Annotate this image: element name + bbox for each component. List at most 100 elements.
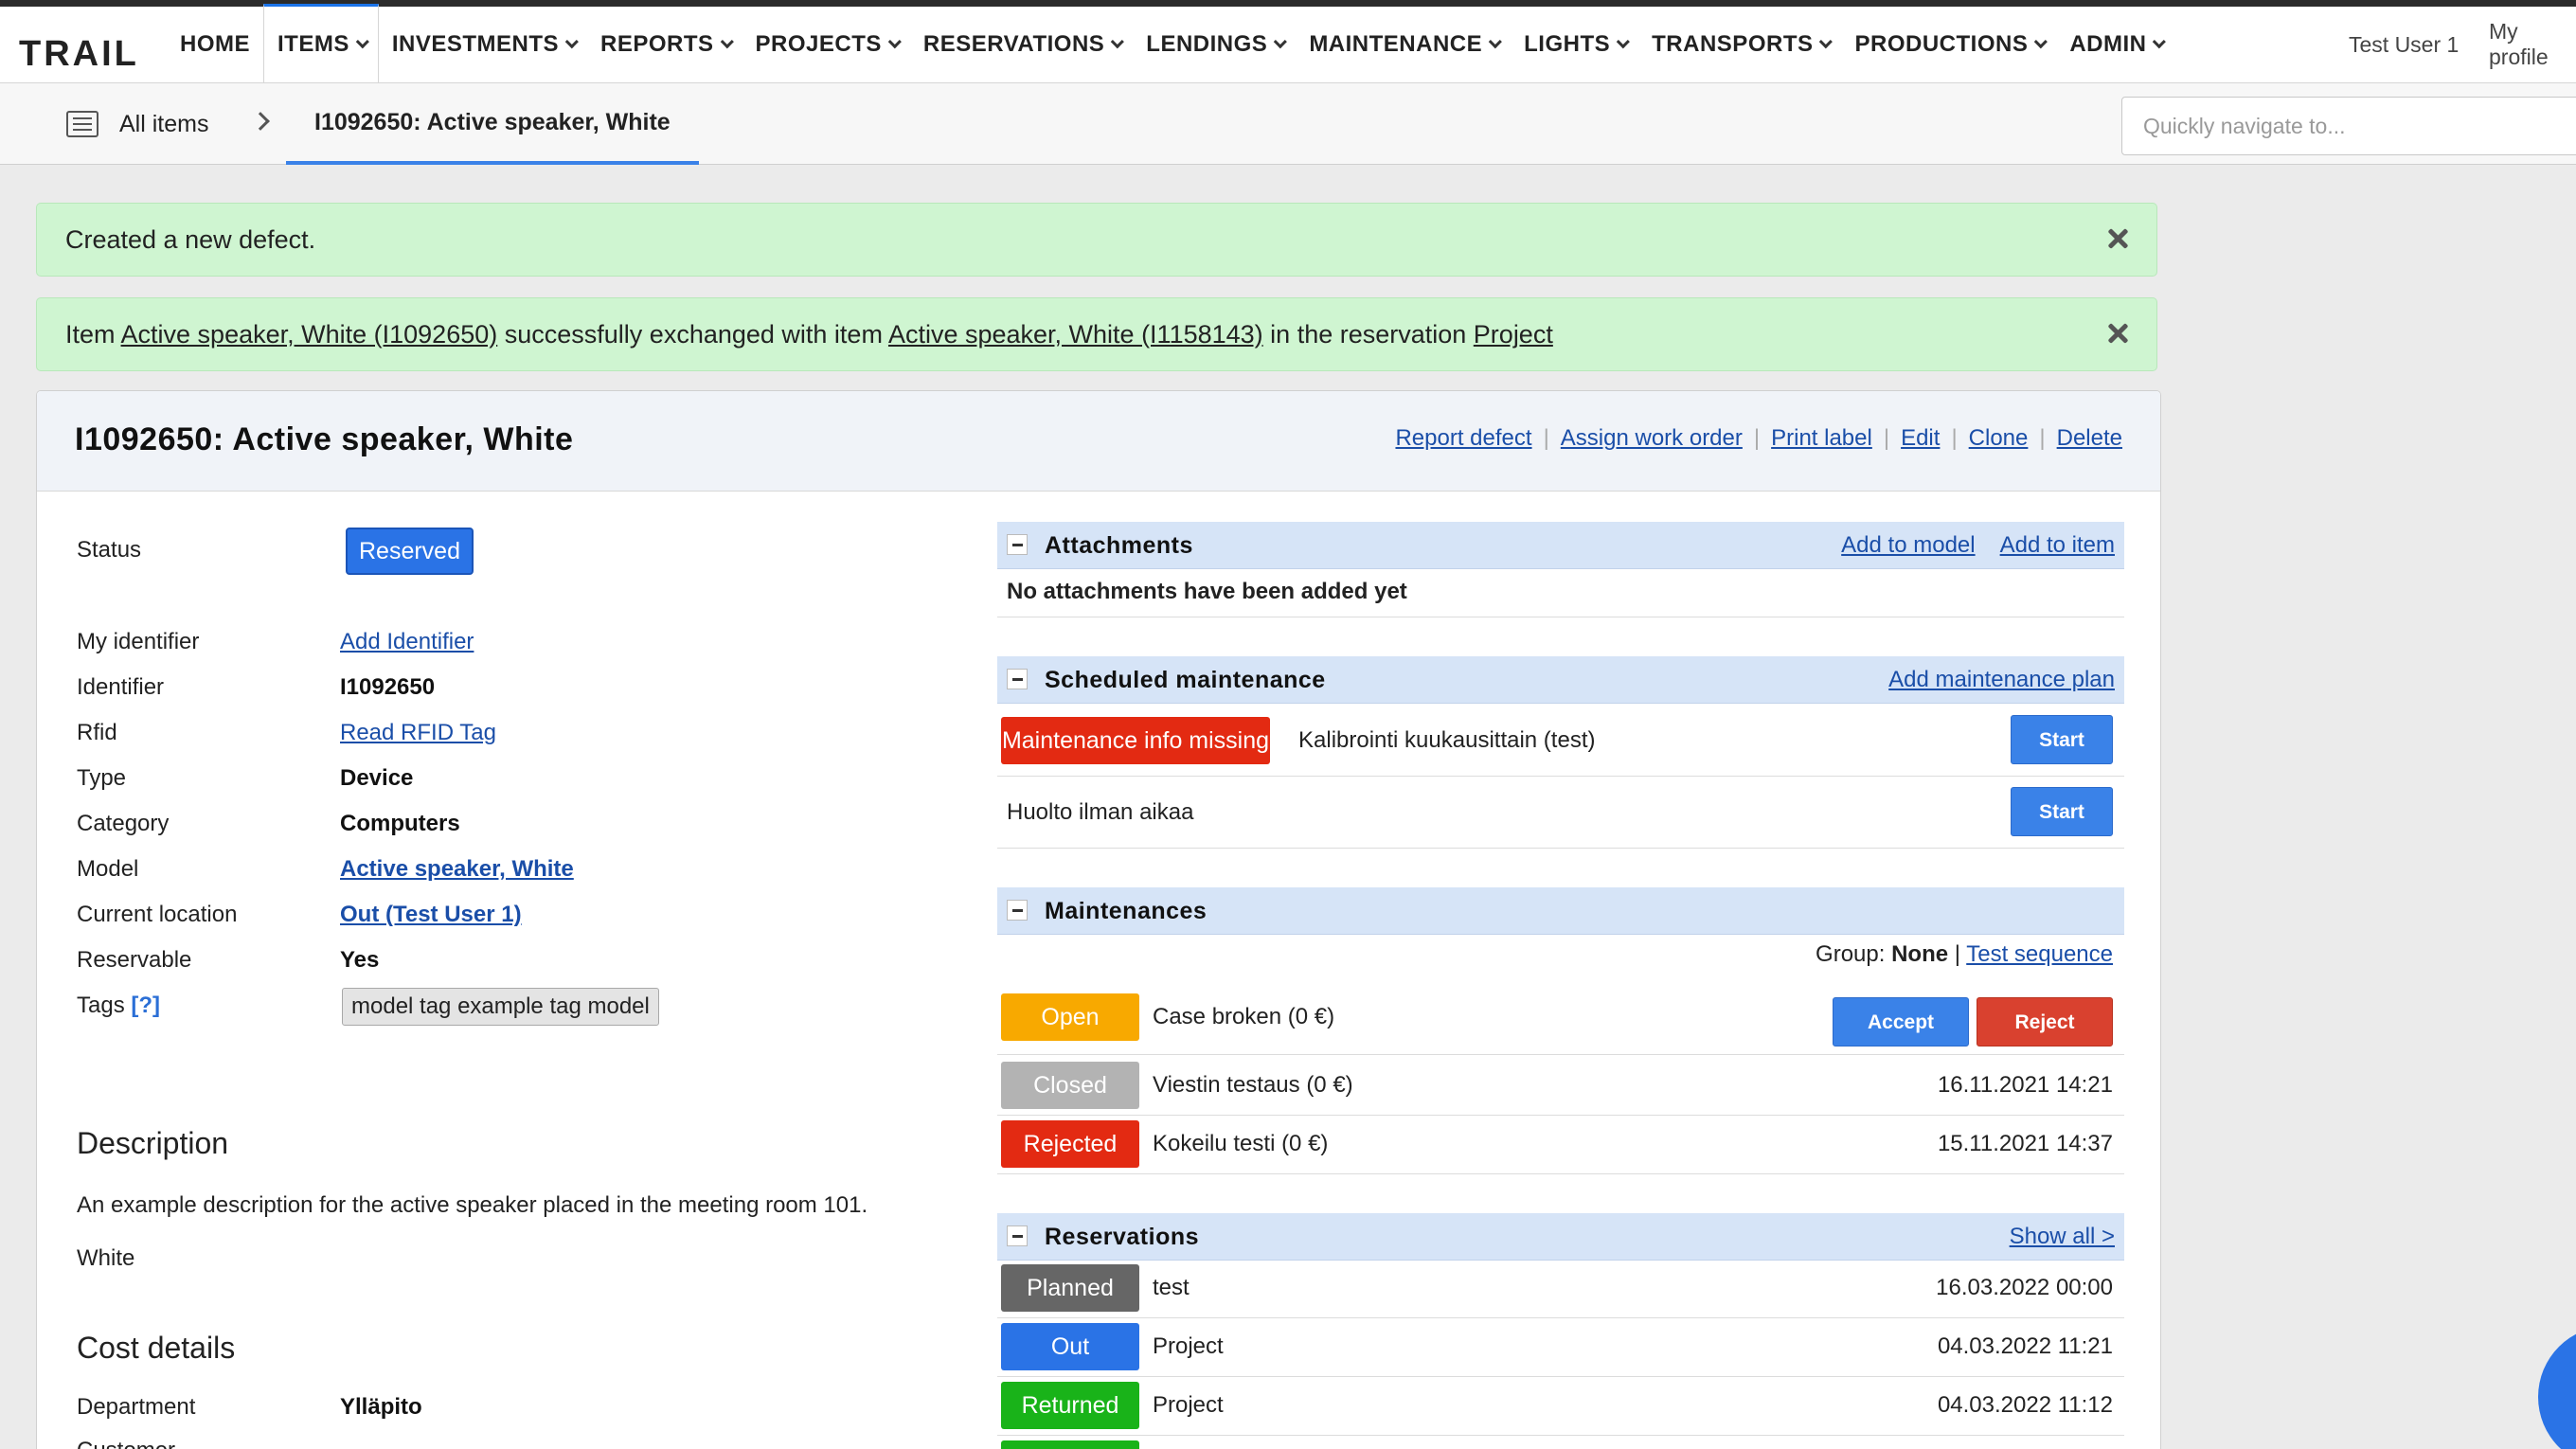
nav-label: ADMIN — [2069, 31, 2147, 57]
show-all-link[interactable]: Show all > — [2010, 1213, 2115, 1261]
divider — [997, 776, 2124, 777]
maintenance-row-name[interactable]: Kokeilu testi (0 €) — [1153, 1130, 1328, 1158]
status-returned-badge — [1001, 1440, 1139, 1449]
alert-defect-text: Created a new defect. — [65, 224, 316, 254]
add-maintenance-plan-link[interactable]: Add maintenance plan — [1888, 656, 2115, 704]
tag-chip[interactable]: model tag example tag model — [342, 988, 659, 1026]
accept-button[interactable]: Accept — [1833, 997, 1969, 1046]
reservation-row-name[interactable]: Project — [1153, 1333, 1224, 1361]
start-button[interactable]: Start — [2011, 787, 2113, 836]
description-heading: Description — [77, 1126, 229, 1160]
cost-details-heading: Cost details — [77, 1331, 236, 1365]
close-icon[interactable] — [2103, 224, 2132, 253]
start-button[interactable]: Start — [2011, 715, 2113, 764]
department-label: Department — [77, 1394, 196, 1420]
item-title: I1092650: Active speaker, White — [75, 421, 574, 457]
read-rfid-link[interactable]: Read RFID Tag — [340, 719, 496, 747]
collapse-icon[interactable] — [1007, 534, 1028, 555]
trail-logo[interactable]: TRAIL — [17, 27, 150, 75]
attachments-empty: No attachments have been added yet — [1007, 579, 1407, 604]
alert-exchanged-item-link[interactable]: Active speaker, White (I1158143) — [888, 320, 1263, 349]
reservation-row-name[interactable]: Project — [1153, 1391, 1224, 1420]
print-label-link[interactable]: Print label — [1771, 425, 1872, 452]
add-to-model-link[interactable]: Add to model — [1841, 522, 1975, 569]
chevron-down-icon — [2153, 35, 2167, 49]
nav-label: RESERVATIONS — [922, 31, 1105, 57]
reservable-label: Reservable — [77, 947, 192, 973]
alert-defect-created: Created a new defect. — [36, 203, 2157, 277]
scheduled-row-name: Kalibrointi kuukausittain (test) — [1298, 727, 1596, 753]
collapse-icon[interactable] — [1007, 669, 1028, 689]
nav-items[interactable]: ITEMS — [263, 4, 379, 82]
scheduled-maintenance-header: Scheduled maintenance Add maintenance pl… — [997, 656, 2124, 704]
maintenance-info-missing-badge: Maintenance info missing — [1001, 717, 1270, 764]
nav-productions[interactable]: PRODUCTIONS — [1841, 7, 2056, 82]
alert-item-exchanged: Item Active speaker, White (I1092650) su… — [36, 297, 2157, 371]
nav-transports[interactable]: TRANSPORTS — [1638, 7, 1841, 82]
tags-help-link[interactable]: [?] — [131, 993, 160, 1018]
add-to-item-link[interactable]: Add to item — [2000, 522, 2115, 569]
nav-label: PRODUCTIONS — [1854, 31, 2029, 57]
add-identifier-link[interactable]: Add Identifier — [340, 628, 474, 656]
nav-maintenance[interactable]: MAINTENANCE — [1296, 7, 1511, 82]
test-sequence-link[interactable]: Test sequence — [1966, 941, 2113, 967]
divider — [997, 1317, 2124, 1318]
nav-reports[interactable]: REPORTS — [587, 7, 742, 82]
collapse-icon[interactable] — [1007, 1225, 1028, 1246]
rfid-label: Rfid — [77, 720, 117, 745]
nav-investments[interactable]: INVESTMENTS — [379, 7, 587, 82]
status-open-badge: Open — [1001, 993, 1139, 1041]
user-name[interactable]: Test User 1 — [2349, 7, 2459, 82]
reject-button[interactable]: Reject — [1977, 997, 2113, 1046]
my-profile-link[interactable]: My profile — [2489, 7, 2576, 82]
nav-lendings[interactable]: LENDINGS — [1133, 7, 1296, 82]
my-identifier-label: My identifier — [77, 629, 200, 654]
quick-navigate-input[interactable] — [2121, 97, 2576, 155]
close-icon[interactable] — [2103, 319, 2132, 348]
status-out-badge: Out — [1001, 1323, 1139, 1370]
chevron-down-icon — [1274, 35, 1288, 49]
report-defect-link[interactable]: Report defect — [1395, 425, 1531, 452]
divider — [997, 1376, 2124, 1377]
nav-reservations[interactable]: RESERVATIONS — [910, 7, 1133, 82]
divider — [997, 1173, 2124, 1174]
nav-lights[interactable]: LIGHTS — [1511, 7, 1638, 82]
delete-link[interactable]: Delete — [2057, 425, 2122, 452]
status-closed-badge: Closed — [1001, 1062, 1139, 1109]
alert-reservation-link[interactable]: Project — [1474, 320, 1553, 349]
breadcrumb-current[interactable]: I1092650: Active speaker, White — [286, 83, 699, 165]
maintenance-row-name[interactable]: Viestin testaus (0 €) — [1153, 1071, 1353, 1100]
edit-link[interactable]: Edit — [1901, 425, 1940, 452]
reservation-row-name[interactable]: test — [1153, 1274, 1190, 1302]
breadcrumb-all-items[interactable]: All items — [66, 83, 208, 165]
chat-button[interactable] — [2538, 1326, 2576, 1449]
alert-exchange-text: Item Active speaker, White (I1092650) su… — [65, 319, 1553, 349]
chevron-down-icon — [1819, 35, 1834, 49]
maintenance-row-name[interactable]: Case broken (0 €) — [1153, 1003, 1334, 1031]
type-label: Type — [77, 765, 127, 791]
chevron-down-icon — [2034, 35, 2048, 49]
divider — [997, 1054, 2124, 1055]
nav-label: MAINTENANCE — [1309, 31, 1483, 57]
reservable-value: Yes — [340, 947, 380, 973]
assign-work-order-link[interactable]: Assign work order — [1561, 425, 1743, 452]
scheduled-maintenance-title: Scheduled maintenance — [1045, 667, 1326, 693]
reservation-row-date: 04.03.2022 11:21 — [1937, 1333, 2113, 1359]
clone-link[interactable]: Clone — [1969, 425, 2029, 452]
location-link[interactable]: Out (Test User 1) — [340, 901, 522, 929]
maintenance-row-date: 15.11.2021 14:37 — [1937, 1131, 2113, 1156]
chevron-down-icon — [887, 35, 902, 49]
status-label: Status — [77, 537, 142, 563]
tags-label: Tags [?] — [77, 993, 161, 1018]
status-badge: Reserved — [346, 528, 474, 575]
nav-home[interactable]: HOME — [167, 7, 263, 82]
chevron-down-icon — [1488, 35, 1503, 49]
model-link[interactable]: Active speaker, White — [340, 855, 574, 884]
chevron-down-icon — [720, 35, 734, 49]
alert-item-link[interactable]: Active speaker, White (I1092650) — [121, 320, 498, 349]
nav-admin[interactable]: ADMIN — [2056, 7, 2174, 82]
category-label: Category — [77, 811, 170, 836]
nav-projects[interactable]: PROJECTS — [742, 7, 910, 82]
reservations-title: Reservations — [1045, 1224, 1200, 1250]
collapse-icon[interactable] — [1007, 900, 1028, 921]
